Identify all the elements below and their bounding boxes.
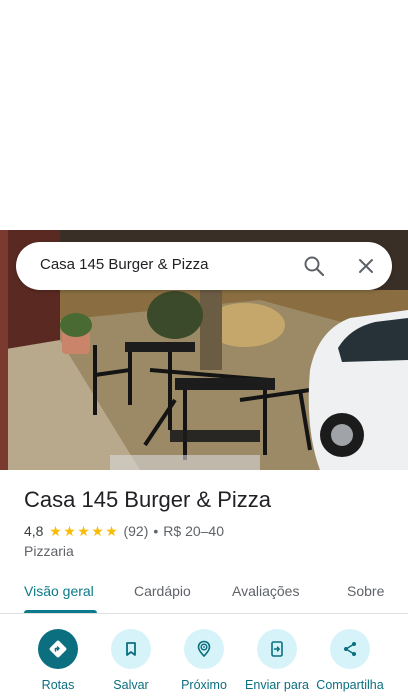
search-input[interactable]: Casa 145 Burger & Pizza bbox=[40, 256, 208, 273]
send-to-phone-icon bbox=[257, 629, 297, 669]
star-icon: ★ bbox=[63, 523, 76, 539]
place-sheet-screen: Casa 145 Burger & Pizza Casa 145 Burger … bbox=[0, 0, 408, 700]
tab-about[interactable]: Sobre bbox=[347, 583, 384, 599]
tab-overview[interactable]: Visão geral bbox=[24, 583, 94, 599]
send-to-phone-button[interactable]: Enviar para bbox=[237, 629, 317, 699]
directions-button[interactable]: Rotas bbox=[18, 629, 98, 699]
active-tab-indicator bbox=[24, 610, 97, 613]
star-icon: ★ bbox=[49, 523, 62, 539]
tab-menu[interactable]: Cardápio bbox=[134, 583, 191, 599]
send-to-phone-label: Enviar para bbox=[245, 678, 309, 692]
star-icon: ★ bbox=[91, 523, 104, 539]
directions-icon bbox=[38, 629, 78, 669]
star-icon: ★ bbox=[105, 523, 118, 539]
map-area-blank bbox=[0, 0, 408, 230]
nearby-label: Próximo bbox=[181, 678, 227, 692]
share-icon bbox=[330, 629, 370, 669]
star-icon: ★ bbox=[77, 523, 90, 539]
directions-label: Rotas bbox=[41, 678, 75, 692]
save-button[interactable]: Salvar bbox=[91, 629, 171, 699]
place-tabs: Visão geral Cardápio Avaliações Sobre bbox=[0, 572, 408, 614]
search-bar[interactable]: Casa 145 Burger & Pizza bbox=[16, 242, 392, 290]
bookmark-icon bbox=[111, 629, 151, 669]
share-label: Compartilha bbox=[316, 678, 384, 692]
rating-stars: ★ ★ ★ ★ ★ bbox=[48, 524, 118, 538]
review-count[interactable]: (92) bbox=[123, 523, 148, 539]
price-range: R$ 20–40 bbox=[163, 523, 224, 539]
search-icon[interactable] bbox=[302, 254, 326, 278]
place-title: Casa 145 Burger & Pizza bbox=[24, 487, 272, 512]
rating-value: 4,8 bbox=[24, 523, 44, 539]
place-category[interactable]: Pizzaria bbox=[24, 543, 74, 559]
rating-row[interactable]: 4,8 ★ ★ ★ ★ ★ (92) • R$ 20–40 bbox=[24, 522, 224, 540]
share-button[interactable]: Compartilha bbox=[310, 629, 390, 699]
separator-dot: • bbox=[153, 523, 159, 539]
close-icon[interactable] bbox=[354, 254, 378, 278]
save-label: Salvar bbox=[113, 678, 149, 692]
nearby-icon bbox=[184, 629, 224, 669]
tab-reviews[interactable]: Avaliações bbox=[232, 583, 299, 599]
nearby-button[interactable]: Próximo bbox=[164, 629, 244, 699]
action-bar: Rotas Salvar Próximo Enviar para Compart… bbox=[0, 615, 408, 700]
